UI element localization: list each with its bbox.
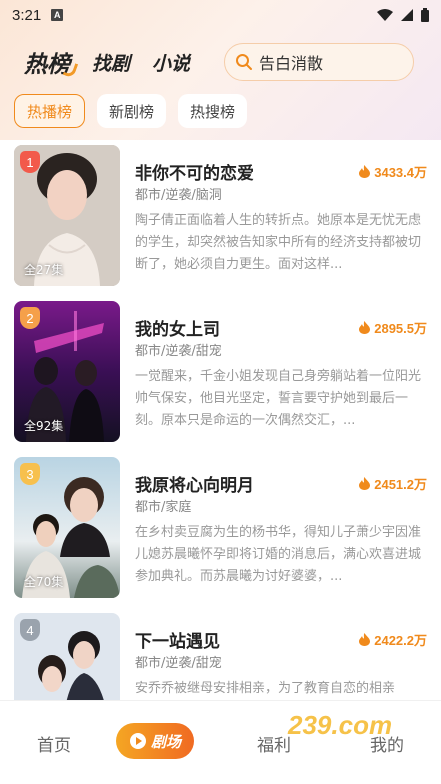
drama-description: 陶子倩正面临着人生的转折点。她原本是无忧无虑的学生，却突然被告知家中所有的经济支… — [135, 213, 421, 272]
rank-badge: 4 — [20, 619, 40, 641]
episode-count: 全27集 — [24, 263, 64, 277]
rank-badge: 2 — [20, 307, 40, 329]
ranking-filter: 热播榜 新剧榜 热搜榜 — [14, 94, 248, 128]
drama-title[interactable]: 我的女上司 — [135, 315, 220, 340]
drama-list: 1 全27集 非你不可的恋爱 3433.4万 都市/逆袭/脑洞 陶子倩正面临着人… — [0, 140, 441, 700]
fire-icon — [359, 477, 371, 490]
wifi-icon — [377, 9, 393, 21]
battery-icon — [421, 8, 429, 22]
nav-theater-label: 剧场 — [150, 732, 181, 751]
heat-value: 2451.2万 — [359, 474, 427, 493]
list-item[interactable]: 4 下一站遇见 2422.2万 都市/逆袭/甜宠 安乔乔被继母安排相亲，为了教育… — [0, 608, 441, 700]
nav-theater[interactable]: 剧场 — [116, 723, 194, 759]
status-time: 3:21 — [12, 6, 42, 24]
drama-cover[interactable]: 4 — [14, 613, 120, 700]
tab-novel[interactable]: 小说 — [152, 49, 190, 76]
heat-number: 2895.5万 — [374, 321, 427, 336]
search-input[interactable]: 告白消散 — [224, 43, 415, 81]
top-nav: 热榜 找剧 小说 告白消散 — [0, 40, 441, 84]
rank-badge: 1 — [20, 151, 40, 173]
list-item[interactable]: 1 全27集 非你不可的恋爱 3433.4万 都市/逆袭/脑洞 陶子倩正面临着人… — [0, 140, 441, 296]
drama-title[interactable]: 下一站遇见 — [135, 627, 220, 652]
heat-value: 2895.5万 — [359, 318, 427, 337]
drama-tags: 都市/逆袭/甜宠 — [135, 344, 222, 359]
drama-tags: 都市/逆袭/甜宠 — [135, 656, 222, 671]
chip-new-drama[interactable]: 新剧榜 — [97, 94, 167, 128]
search-placeholder: 告白消散 — [259, 54, 324, 73]
drama-description: 安乔乔被继母安排相亲，为了教育自恋的相亲 — [135, 681, 396, 696]
play-icon — [129, 733, 146, 749]
signal-icon — [401, 9, 413, 21]
notification-icon: A — [51, 9, 64, 21]
search-icon — [236, 54, 253, 70]
nav-home[interactable]: 首页 — [37, 731, 71, 756]
list-item[interactable]: 3 全70集 我原将心向明月 2451.2万 都市/家庭 在乡村卖豆腐为生的杨书… — [0, 452, 441, 608]
fire-icon — [359, 165, 371, 178]
status-indicators — [377, 8, 429, 22]
heat-value: 2422.2万 — [359, 630, 427, 649]
episode-count: 全92集 — [24, 419, 64, 433]
nav-welfare[interactable]: 福利 — [257, 731, 291, 756]
nav-mine[interactable]: 我的 — [370, 731, 404, 756]
heat-number: 2422.2万 — [374, 633, 427, 648]
drama-cover[interactable]: 3 全70集 — [14, 457, 120, 598]
chip-hot-search[interactable]: 热搜榜 — [178, 94, 248, 128]
chip-hot-play[interactable]: 热播榜 — [14, 94, 86, 128]
rank-badge: 3 — [20, 463, 40, 485]
heat-value: 3433.4万 — [359, 162, 427, 181]
drama-tags: 都市/家庭 — [135, 500, 192, 515]
drama-cover[interactable]: 2 全92集 — [14, 301, 120, 442]
drama-description: 一觉醒来，千金小姐发现自己身旁躺站着一位阳光帅气保安，他目光坚定，誓言要守护她到… — [135, 369, 421, 428]
heat-number: 2451.2万 — [374, 477, 427, 492]
tab-hot-rank[interactable]: 热榜 — [24, 45, 70, 79]
list-item[interactable]: 2 全92集 我的女上司 2895.5万 都市/逆袭/甜宠 一觉醒来，千金小姐发… — [0, 296, 441, 452]
drama-description: 在乡村卖豆腐为生的杨书华，得知儿子萧少宇因准儿媳苏晨曦怀孕即将订婚的消息后，满心… — [135, 525, 421, 584]
episode-count: 全70集 — [24, 575, 64, 589]
tab-find-drama[interactable]: 找剧 — [92, 49, 130, 76]
drama-tags: 都市/逆袭/脑洞 — [135, 188, 222, 203]
drama-title[interactable]: 我原将心向明月 — [135, 471, 254, 496]
heat-number: 3433.4万 — [374, 165, 427, 180]
drama-title[interactable]: 非你不可的恋爱 — [135, 159, 254, 184]
bottom-nav: 首页 剧场 福利 我的 — [0, 700, 441, 784]
fire-icon — [359, 633, 371, 646]
status-bar: 3:21 A — [0, 0, 441, 30]
fire-icon — [359, 321, 371, 334]
drama-cover[interactable]: 1 全27集 — [14, 145, 120, 286]
